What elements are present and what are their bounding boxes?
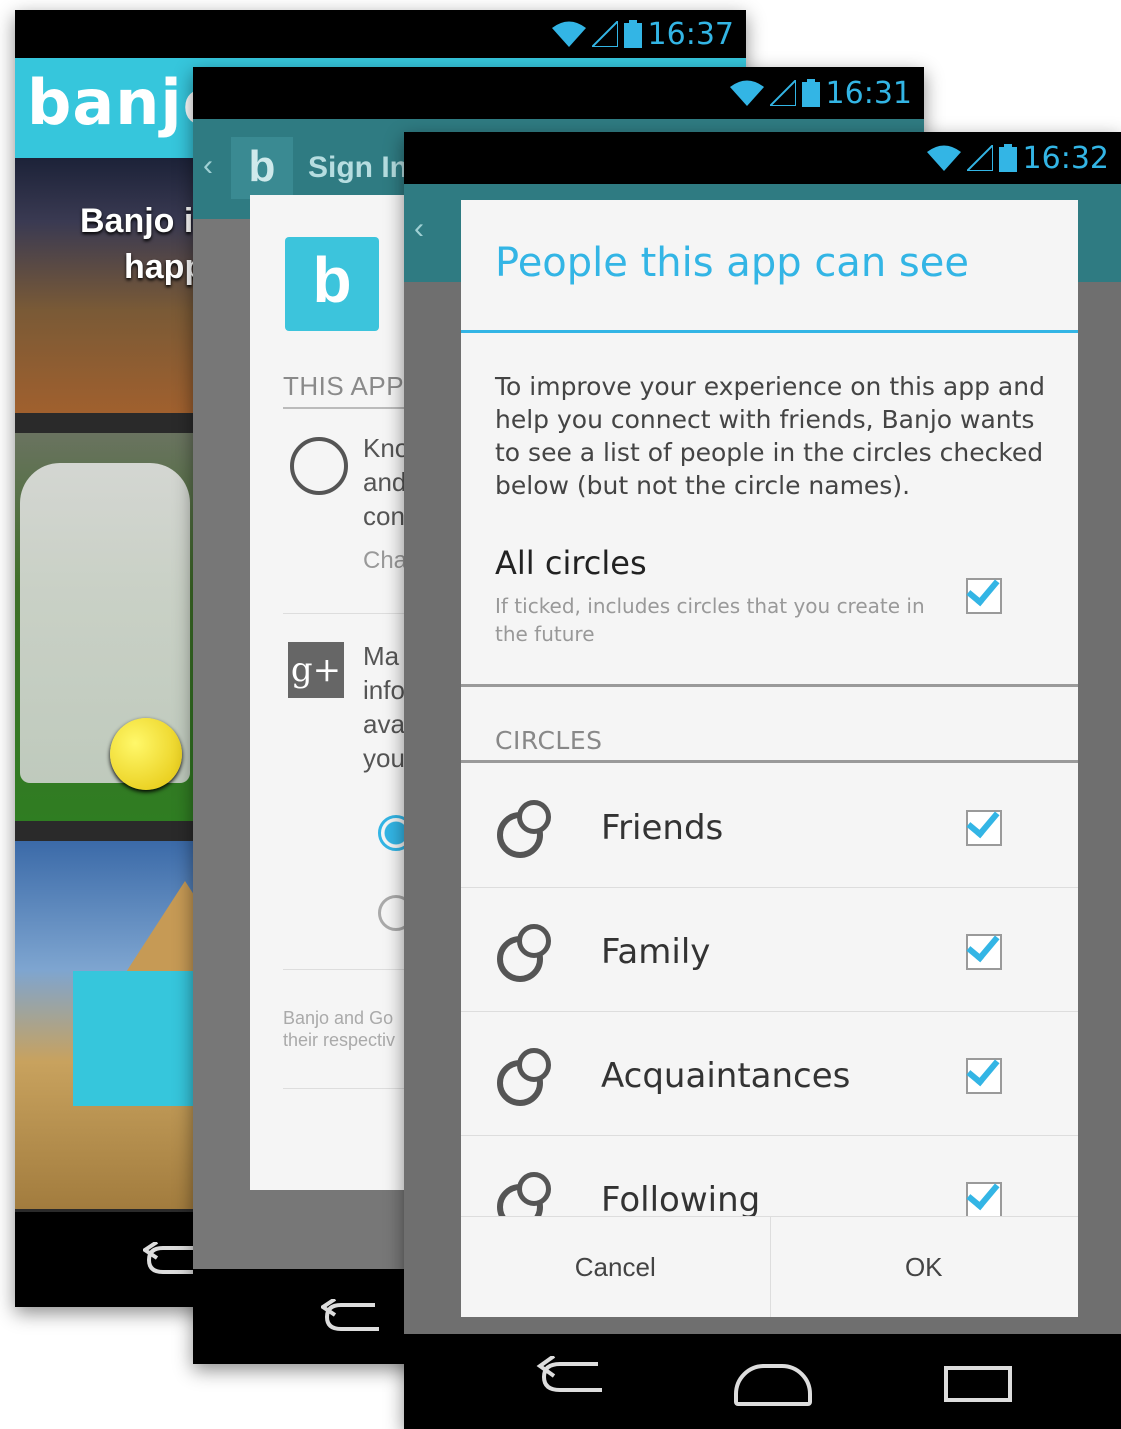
- status-bar: 16:31: [193, 67, 924, 119]
- up-navigation-icon[interactable]: ‹: [203, 149, 213, 183]
- checkmark-icon: [966, 927, 1000, 963]
- permission-2-text: Ma info ava you: [363, 639, 405, 775]
- signal-icon: [591, 21, 618, 47]
- circle-checkbox[interactable]: [966, 927, 1002, 970]
- cancel-button[interactable]: Cancel: [461, 1217, 771, 1317]
- permission-1-change-link[interactable]: Cha: [363, 547, 407, 575]
- google-plus-icon: g+: [288, 642, 344, 698]
- status-icons: 16:32: [926, 132, 1109, 184]
- permission-1-line: and: [363, 467, 407, 497]
- fine-print-line: their respectiv: [283, 1030, 396, 1050]
- status-icons: 16:37: [551, 10, 734, 58]
- status-bar: 16:37: [15, 10, 746, 58]
- all-circles-checkbox[interactable]: [966, 571, 1002, 614]
- battery-icon: [623, 20, 642, 48]
- home-icon[interactable]: [734, 1364, 812, 1406]
- banjo-app-logo: b: [285, 237, 379, 331]
- permission-1-line: Kno: [363, 433, 410, 463]
- fine-print-line: Banjo and Go: [283, 1008, 394, 1028]
- app-logo-letter: b: [312, 244, 352, 316]
- ok-button[interactable]: OK: [770, 1217, 1079, 1317]
- circle-row-friends[interactable]: Friends: [461, 764, 1078, 888]
- permission-2-line: Ma: [363, 641, 400, 671]
- person-icon: [290, 437, 348, 495]
- circle-row-family[interactable]: Family: [461, 888, 1078, 1012]
- wifi-icon: [926, 145, 961, 171]
- dialog-description: To improve your experience on this app a…: [495, 372, 1045, 500]
- circle-checkbox[interactable]: [966, 803, 1002, 846]
- permission-1-line: con: [363, 501, 405, 531]
- circle-label: Friends: [601, 808, 724, 848]
- battery-icon: [801, 79, 820, 107]
- clock: 16:37: [647, 16, 734, 52]
- circle-icon-inner: [517, 924, 551, 958]
- checkmark-icon: [966, 1175, 1000, 1211]
- title-divider: [461, 330, 1078, 333]
- clock: 16:32: [1022, 140, 1109, 176]
- permission-2-line: you: [363, 743, 405, 773]
- all-circles-subtitle: If ticked, includes circles that you cre…: [495, 594, 925, 646]
- action-bar-title: Sign In: [308, 151, 408, 184]
- circle-label: Family: [601, 932, 711, 972]
- wifi-icon: [729, 80, 764, 106]
- circle-icon-inner: [517, 1048, 551, 1082]
- circle-icon-inner: [517, 1172, 551, 1206]
- clock: 16:31: [825, 75, 912, 111]
- section-divider: [461, 684, 1078, 687]
- back-icon[interactable]: [321, 1299, 381, 1335]
- phone-screen-circles-dialog: 16:32 ‹ People this app can see To impro…: [404, 132, 1121, 1429]
- tagline-line-2: happ: [124, 248, 206, 286]
- circle-checkbox[interactable]: [966, 1051, 1002, 1094]
- soccer-ball-shape: [110, 718, 182, 790]
- circle-label: Acquaintances: [601, 1056, 851, 1096]
- section-heading: THIS APP: [283, 371, 405, 401]
- section-divider: [461, 760, 1078, 763]
- signal-icon: [769, 80, 796, 106]
- status-icons: 16:31: [729, 67, 912, 119]
- people-visibility-dialog: People this app can see To improve your …: [461, 200, 1078, 1317]
- dialog-title: People this app can see: [495, 240, 969, 286]
- tagline-line-1: Banjo i: [80, 202, 194, 240]
- fine-print: Banjo and Go their respectiv: [283, 1007, 395, 1051]
- permission-2-line: ava: [363, 709, 405, 739]
- app-icon: b: [231, 137, 293, 199]
- permission-1-text: Kno and con: [363, 431, 409, 533]
- circle-icon-inner: [517, 800, 551, 834]
- tagline: Banjo i happ: [80, 198, 205, 290]
- overlay-box: [73, 971, 213, 1106]
- status-bar: 16:32: [404, 132, 1121, 184]
- circles-heading: CIRCLES: [495, 726, 603, 755]
- permission-2-line: info: [363, 675, 405, 705]
- circle-row-acquaintances[interactable]: Acquaintances: [461, 1012, 1078, 1136]
- battery-icon: [998, 144, 1017, 172]
- checkmark-icon: [966, 803, 1000, 839]
- dialog-button-bar: Cancel OK: [461, 1216, 1078, 1317]
- wifi-icon: [551, 21, 586, 47]
- checkmark-icon: [966, 1051, 1000, 1087]
- checkmark-icon: [966, 571, 1000, 607]
- up-navigation-icon[interactable]: ‹: [414, 212, 424, 246]
- signal-icon: [966, 145, 993, 171]
- circle-checkbox[interactable]: [966, 1175, 1002, 1218]
- navigation-bar: [404, 1334, 1121, 1429]
- circle-label: Following: [601, 1180, 761, 1220]
- all-circles-title: All circles: [495, 544, 647, 582]
- back-icon[interactable]: [536, 1356, 606, 1396]
- recent-apps-icon[interactable]: [944, 1366, 1012, 1402]
